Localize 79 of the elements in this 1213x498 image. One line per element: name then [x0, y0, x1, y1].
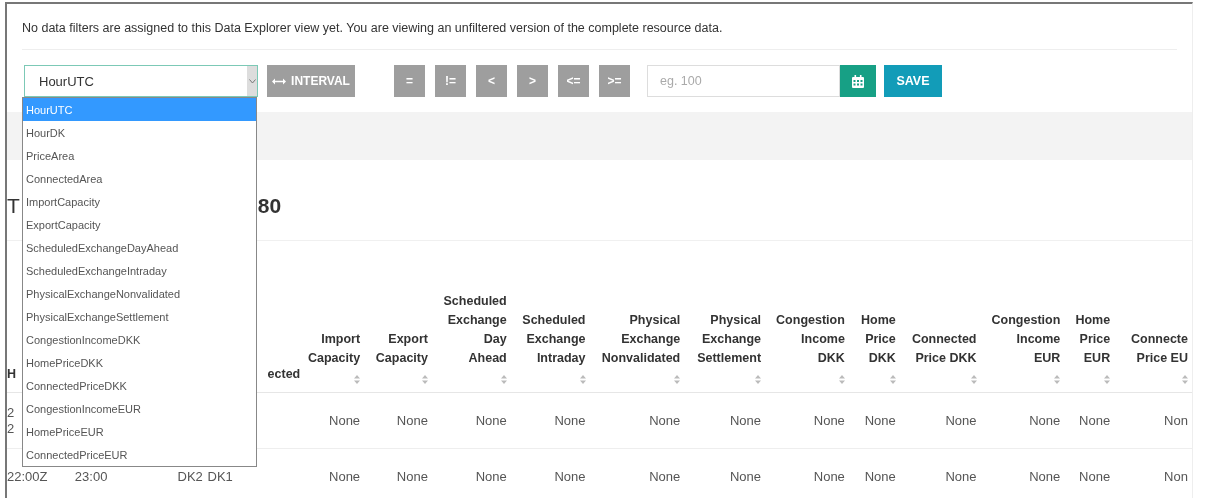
column-header[interactable]: Physical Exchange Nonvalidated — [601, 311, 681, 368]
table-cell: Non — [1164, 468, 1188, 484]
table-cell: None — [864, 412, 896, 428]
dropdown-option[interactable]: ConnectedPriceDKK — [23, 374, 256, 397]
dropdown-option[interactable]: PriceArea — [23, 144, 256, 167]
table-cell: Non — [1164, 412, 1188, 428]
dropdown-option[interactable]: ScheduledExchangeDayAhead — [23, 236, 256, 259]
sort-icon[interactable] — [421, 375, 428, 384]
column-header[interactable]: Physical Exchange Settlement — [697, 311, 762, 368]
field-select[interactable]: HourUTC — [24, 65, 258, 97]
table-cell: None — [649, 412, 681, 428]
dropdown-option[interactable]: ScheduledExchangeIntraday — [23, 259, 256, 282]
table-cell: None — [554, 468, 586, 484]
sort-icon[interactable] — [500, 375, 507, 384]
calendar-button[interactable] — [840, 65, 876, 97]
table-cell: None — [730, 412, 762, 428]
dropdown-option[interactable]: PhysicalExchangeNonvalidated — [23, 282, 256, 305]
dropdown-option[interactable]: HomePriceEUR — [23, 420, 256, 443]
heading-text: T — [7, 194, 20, 218]
column-header[interactable]: Home Price DKK — [861, 311, 896, 368]
sort-icon[interactable] — [579, 375, 586, 384]
sort-icon[interactable] — [970, 375, 977, 384]
calendar-icon — [852, 74, 864, 88]
table-cell: None — [1079, 412, 1111, 428]
dropdown-option[interactable]: HourDK — [23, 121, 256, 144]
column-header[interactable]: ected — [267, 365, 301, 384]
column-header[interactable]: Congestion Income DKK — [776, 311, 845, 368]
dropdown-option[interactable]: ConnectedArea — [23, 167, 256, 190]
table-cell: None — [475, 468, 507, 484]
table-cell: None — [649, 468, 681, 484]
column-header[interactable]: Export Capacity — [375, 330, 428, 368]
sort-icon[interactable] — [1054, 375, 1061, 384]
table-cell: None — [396, 468, 428, 484]
sort-icon[interactable] — [1181, 375, 1188, 384]
table-cell: None — [945, 468, 977, 484]
table-cell: None — [730, 468, 762, 484]
column-header[interactable]: Connecte Price EU — [1131, 330, 1188, 368]
double-arrow-icon — [272, 77, 287, 85]
column-header[interactable]: Import Capacity — [308, 330, 361, 368]
table-cell: None — [329, 468, 361, 484]
dropdown-option[interactable]: PhysicalExchangeSettlement — [23, 305, 256, 328]
info-message: No data filters are assigned to this Data Explorer view yet. You are viewing an unfiltered version of the complete resource data. — [22, 20, 723, 37]
sort-icon[interactable] — [354, 375, 361, 384]
table-cell: 22:00Z — [7, 468, 48, 484]
sort-icon[interactable] — [755, 375, 762, 384]
sort-icon[interactable] — [889, 375, 896, 384]
value-field[interactable]: eg. 100 — [647, 65, 840, 97]
table-cell: None — [554, 412, 586, 428]
sort-icon[interactable] — [674, 375, 681, 384]
record-count: 80 — [257, 194, 282, 218]
dropdown-option[interactable]: ExportCapacity — [23, 213, 256, 236]
dropdown-option[interactable]: ImportCapacity — [23, 190, 256, 213]
column-header[interactable]: Connected Price DKK — [911, 330, 977, 368]
table-cell: DK1 — [207, 468, 233, 484]
table-cell: DK2 — [177, 468, 203, 484]
table-cell: None — [1029, 412, 1061, 428]
dropdown-option[interactable]: CongestionIncomeDKK — [23, 328, 256, 351]
table-cell: None — [1029, 468, 1061, 484]
dropdown-option[interactable]: HomePriceDKK — [23, 351, 256, 374]
table-cell: None — [475, 412, 507, 428]
caret-icon — [247, 66, 257, 96]
sort-icon[interactable] — [838, 375, 845, 384]
table-cell: None — [945, 412, 977, 428]
table-cell: None — [813, 468, 845, 484]
column-header[interactable]: H — [7, 365, 17, 384]
column-header[interactable]: Scheduled Exchange Day Ahead — [443, 292, 507, 368]
column-header[interactable]: Congestion Income EUR — [991, 311, 1061, 368]
sort-icon[interactable] — [1104, 375, 1111, 384]
dropdown-option[interactable]: CongestionIncomeEUR — [23, 397, 256, 420]
table-cell: None — [864, 468, 896, 484]
table-cell: 23:00 — [74, 468, 108, 484]
table-cell: None — [396, 412, 428, 428]
table-cell: 2 2 — [7, 404, 15, 436]
table-cell: None — [1079, 468, 1111, 484]
table-cell: None — [329, 412, 361, 428]
dropdown-option[interactable]: ConnectedPriceEUR — [23, 443, 256, 466]
table-cell: None — [813, 412, 845, 428]
column-header[interactable]: Home Price EUR — [1075, 311, 1111, 368]
column-header[interactable]: Scheduled Exchange Intraday — [522, 311, 586, 368]
